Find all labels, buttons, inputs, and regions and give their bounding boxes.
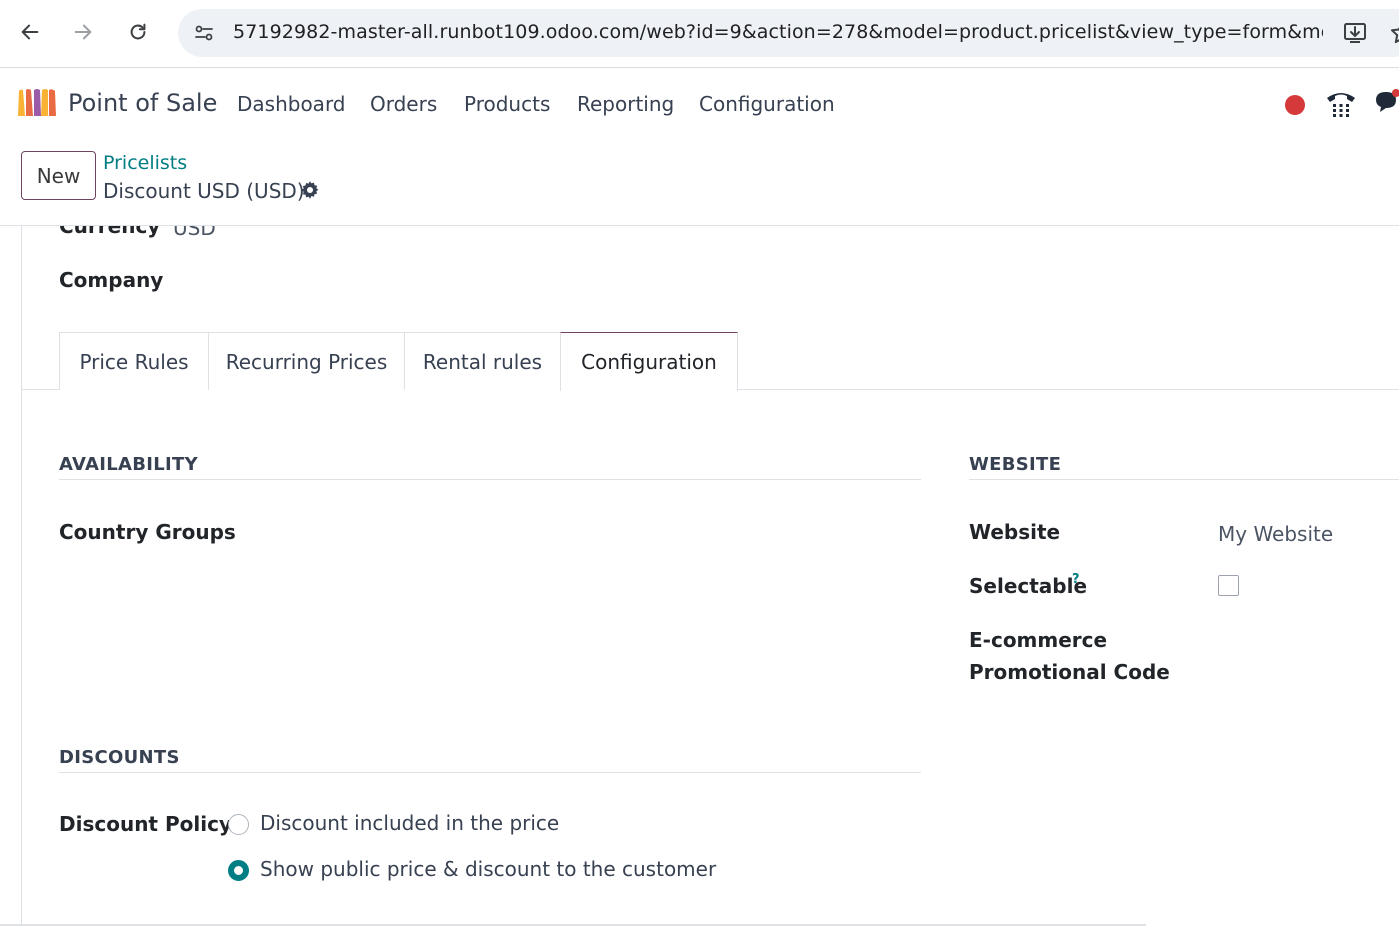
phone-icon[interactable]	[1324, 88, 1358, 120]
discounts-section-title: DISCOUNTS	[59, 747, 180, 768]
install-app-icon[interactable]	[1341, 19, 1369, 47]
menu-configuration[interactable]: Configuration	[699, 92, 835, 116]
site-settings-icon[interactable]	[192, 21, 216, 45]
form-sheet: Currency USD Company Price Rules Recurri…	[21, 226, 1399, 926]
gear-icon[interactable]	[299, 179, 321, 201]
currency-value[interactable]: USD	[173, 226, 216, 240]
notebook-tabs: Price Rules Recurring Prices Rental rule…	[22, 332, 1399, 391]
browser-toolbar: 57192982-master-all.runbot109.odoo.com/w…	[0, 0, 1399, 68]
pos-app-logo-icon[interactable]	[16, 87, 58, 119]
website-value[interactable]: My Website	[1218, 522, 1333, 546]
reload-icon[interactable]	[120, 14, 156, 50]
menu-products[interactable]: Products	[464, 92, 550, 116]
back-icon[interactable]	[12, 14, 48, 50]
discount-included-radio[interactable]	[228, 814, 249, 835]
selectable-checkbox[interactable]	[1218, 575, 1239, 596]
website-section-title: WEBSITE	[969, 454, 1062, 475]
tab-configuration[interactable]: Configuration	[560, 332, 738, 391]
tab-recurring-prices[interactable]: Recurring Prices	[208, 332, 405, 390]
availability-section-title: AVAILABILITY	[59, 454, 198, 475]
selectable-label: Selectable	[969, 574, 1088, 598]
address-bar[interactable]: 57192982-master-all.runbot109.odoo.com/w…	[178, 9, 1399, 57]
record-title: Discount USD (USD)	[103, 179, 305, 203]
show-public-price-radio[interactable]	[228, 860, 249, 881]
website-divider	[969, 479, 1399, 480]
bottom-divider	[0, 924, 1146, 926]
tab-rental-rules[interactable]: Rental rules	[404, 332, 561, 390]
menu-orders[interactable]: Orders	[370, 92, 437, 116]
discount-included-label[interactable]: Discount included in the price	[260, 811, 559, 835]
menu-dashboard[interactable]: Dashboard	[237, 92, 346, 116]
menu-reporting[interactable]: Reporting	[577, 92, 674, 116]
website-label: Website	[969, 520, 1061, 544]
availability-divider	[59, 479, 921, 480]
show-public-price-label[interactable]: Show public price & discount to the cust…	[260, 857, 716, 881]
app-name[interactable]: Point of Sale	[68, 89, 217, 117]
discount-policy-label: Discount Policy	[59, 812, 232, 836]
app-navbar: Point of Sale Dashboard Orders Products …	[0, 69, 1399, 141]
country-groups-label: Country Groups	[59, 520, 236, 544]
recording-indicator-icon[interactable]	[1285, 95, 1305, 115]
url-text[interactable]: 57192982-master-all.runbot109.odoo.com/w…	[233, 21, 1323, 43]
selectable-help-icon[interactable]: ?	[1072, 572, 1080, 587]
discounts-divider	[59, 772, 921, 773]
company-label: Company	[59, 268, 164, 292]
control-panel: New Pricelists Discount USD (USD)	[0, 141, 1399, 226]
new-button[interactable]: New	[21, 151, 96, 200]
breadcrumb-pricelists[interactable]: Pricelists	[103, 152, 187, 174]
promo-code-label-line2: Promotional Code	[969, 660, 1170, 684]
promo-code-label-line1: E-commerce	[969, 628, 1108, 652]
currency-label: Currency	[59, 226, 161, 238]
forward-icon[interactable]	[65, 14, 101, 50]
chat-icon[interactable]	[1372, 88, 1399, 118]
tab-price-rules[interactable]: Price Rules	[59, 332, 209, 390]
bookmark-star-icon[interactable]	[1388, 19, 1399, 47]
